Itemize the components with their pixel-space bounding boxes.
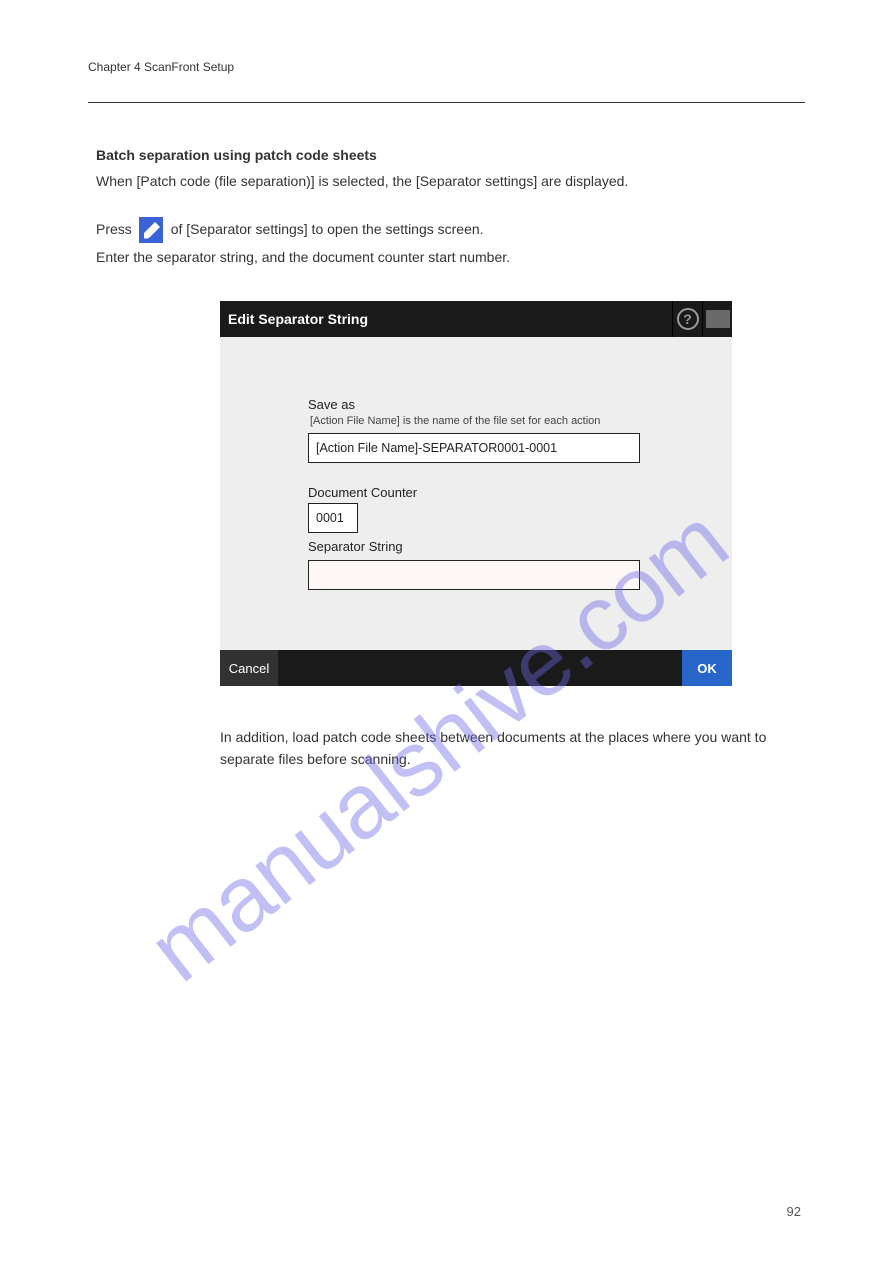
intro-text: When [Patch code (file separation)] is s… (88, 173, 805, 189)
edit-line-suffix: of [Separator settings] to open the sett… (171, 221, 484, 237)
edit-line-prefix: Press (96, 221, 132, 237)
save-as-sublabel: [Action File Name] is the name of the fi… (308, 415, 644, 427)
dialog-footer: Cancel OK (220, 650, 732, 686)
note-line: Enter the separator string, and the docu… (88, 249, 805, 265)
edit-icon (139, 217, 163, 243)
ok-button[interactable]: OK (682, 650, 732, 686)
save-as-label: Save as (308, 397, 644, 412)
dialog-titlebar: Edit Separator String ? (220, 301, 732, 337)
after-text: In addition, load patch code sheets betw… (220, 726, 780, 771)
keyboard-button[interactable] (702, 301, 732, 337)
page-number: 92 (787, 1204, 801, 1219)
dialog-title: Edit Separator String (228, 311, 368, 327)
section-title: Batch separation using patch code sheets (88, 147, 805, 163)
sep-string-input[interactable] (308, 560, 640, 590)
dialog-body: Save as [Action File Name] is the name o… (220, 337, 732, 650)
divider (88, 102, 805, 103)
doc-counter-input[interactable]: 0001 (308, 503, 358, 533)
doc-counter-label: Document Counter (308, 485, 644, 500)
keyboard-icon (706, 310, 730, 328)
help-button[interactable]: ? (672, 301, 702, 337)
help-icon: ? (677, 308, 699, 330)
cancel-button[interactable]: Cancel (220, 650, 278, 686)
save-as-input[interactable]: [Action File Name]-SEPARATOR0001-0001 (308, 433, 640, 463)
sep-string-label: Separator String (308, 539, 644, 554)
page-header: Chapter 4 ScanFront Setup (88, 60, 805, 74)
edit-separator-dialog: Edit Separator String ? (220, 301, 732, 686)
